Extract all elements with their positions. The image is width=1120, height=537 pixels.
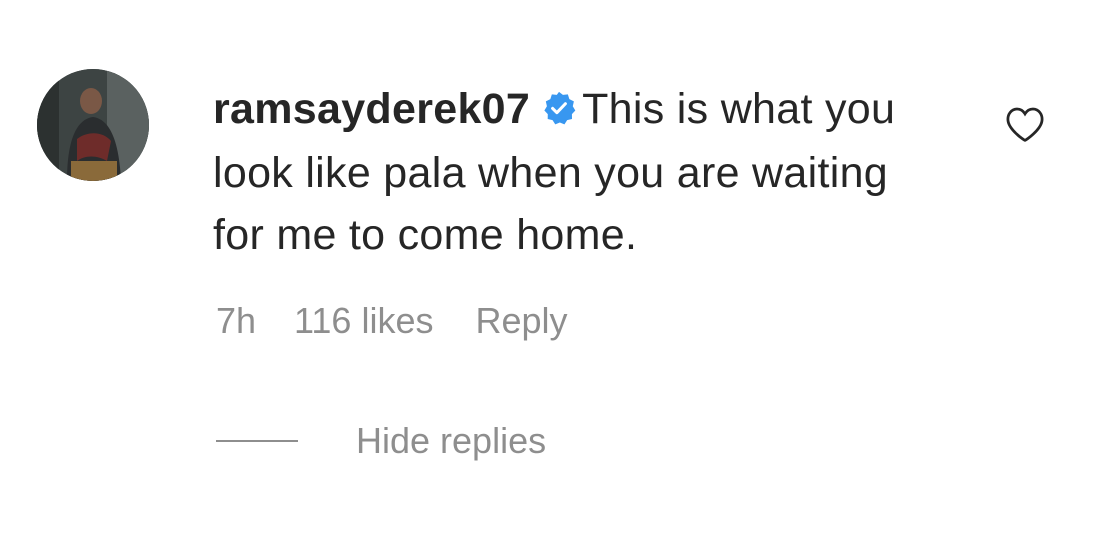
comment-meta: 7h 116 likes Reply bbox=[216, 300, 568, 342]
hide-replies-label: Hide replies bbox=[356, 420, 547, 461]
comment-text-block: ramsayderek07 This is what you look like … bbox=[213, 78, 933, 266]
avatar[interactable] bbox=[37, 69, 149, 181]
comment-item: ramsayderek07 This is what you look like … bbox=[0, 0, 1120, 537]
hide-replies-button[interactable]: Hide replies bbox=[216, 420, 546, 462]
avatar-image bbox=[37, 69, 149, 181]
comment-body: ramsayderek07 This is what you look like … bbox=[213, 78, 933, 266]
comment-likes-count[interactable]: 116 likes bbox=[294, 300, 433, 342]
comment-timestamp[interactable]: 7h bbox=[216, 300, 256, 342]
heart-icon[interactable] bbox=[1004, 105, 1046, 143]
comment-username[interactable]: ramsayderek07 bbox=[213, 85, 530, 133]
reply-button[interactable]: Reply bbox=[475, 300, 567, 342]
replies-divider-line bbox=[216, 440, 298, 442]
verified-badge-icon bbox=[542, 80, 576, 142]
